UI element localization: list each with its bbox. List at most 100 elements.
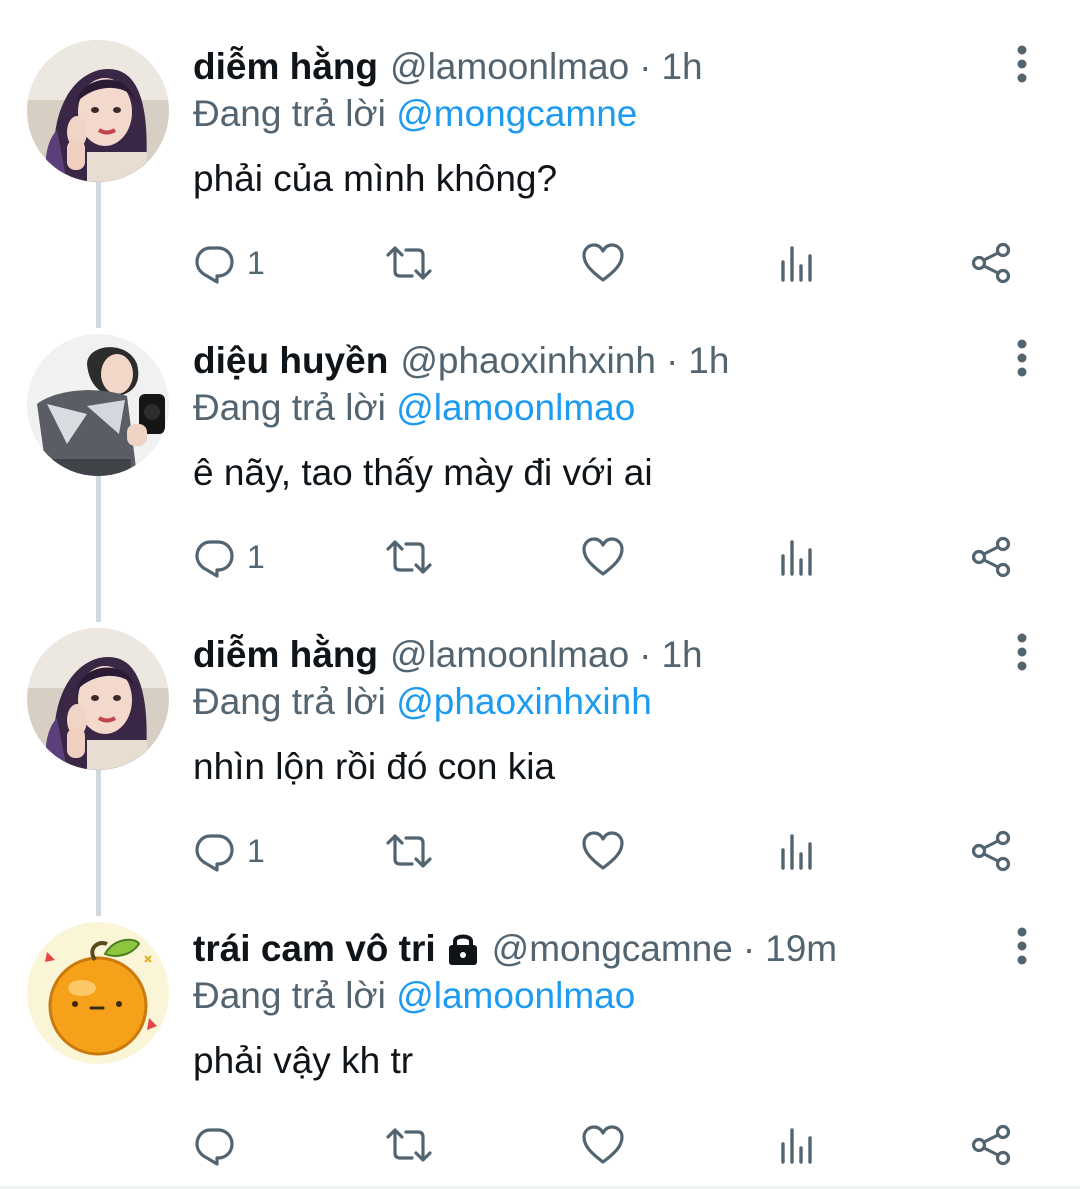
like-icon bbox=[582, 537, 624, 576]
avatar[interactable] bbox=[27, 922, 169, 1064]
tweet-text: ê nãy, tao thấy mày đi với ai bbox=[193, 452, 653, 493]
replying-to-label: Đang trả lời bbox=[193, 975, 397, 1016]
more-button[interactable] bbox=[1008, 44, 1036, 84]
separator-dot: · bbox=[742, 928, 756, 969]
retweet-icon bbox=[386, 1128, 432, 1162]
separator-dot: · bbox=[639, 634, 652, 675]
timestamp[interactable]: 1h bbox=[661, 634, 702, 676]
retweet-icon bbox=[386, 246, 432, 280]
reply-icon bbox=[195, 834, 234, 872]
reply-mention-link[interactable]: @mongcamne bbox=[396, 93, 637, 134]
avatar[interactable] bbox=[27, 334, 169, 476]
replying-to: Đang trả lời @mongcamne bbox=[193, 93, 637, 135]
tweet-header: diệu huyền @phaoxinhxinh · 1h bbox=[193, 338, 729, 384]
action-bar bbox=[193, 1120, 1023, 1170]
analytics-button[interactable] bbox=[777, 532, 817, 582]
tweet[interactable]: diễm hằng @lamoonlmao · 1h Đang trả lời … bbox=[0, 588, 1080, 882]
tweet-text: nhìn lộn rồi đó con kia bbox=[193, 746, 556, 787]
reply-mention-link[interactable]: @lamoonlmao bbox=[396, 975, 635, 1016]
more-icon bbox=[1017, 633, 1027, 671]
reply-count: 1 bbox=[247, 244, 265, 281]
tweet-text: phải của mình không? bbox=[193, 158, 558, 199]
username[interactable]: @mongcamne bbox=[492, 928, 733, 970]
retweet-icon bbox=[386, 834, 432, 868]
retweet-button[interactable] bbox=[385, 1120, 433, 1170]
reply-icon bbox=[195, 1128, 234, 1166]
retweet-icon bbox=[386, 540, 432, 574]
reply-mention-link[interactable]: @phaoxinhxinh bbox=[396, 681, 652, 722]
action-bar: 1 bbox=[193, 532, 1023, 582]
retweet-button[interactable] bbox=[385, 826, 433, 876]
replying-to-label: Đang trả lời bbox=[193, 93, 397, 134]
display-name[interactable]: diễm hằng bbox=[193, 46, 378, 88]
separator-dot: · bbox=[665, 340, 679, 381]
retweet-button[interactable] bbox=[385, 238, 433, 288]
action-bar: 1 bbox=[193, 826, 1023, 876]
retweet-button[interactable] bbox=[385, 532, 433, 582]
reply-button[interactable]: 1 bbox=[193, 532, 265, 582]
orange-cartoon-avatar-image bbox=[27, 922, 169, 1064]
more-icon bbox=[1017, 45, 1027, 83]
analytics-button[interactable] bbox=[777, 1120, 817, 1170]
username[interactable]: @lamoonlmao bbox=[390, 634, 629, 676]
like-button[interactable] bbox=[581, 532, 625, 582]
tweet-text: phải vậy kh tr bbox=[193, 1040, 414, 1081]
lock-icon bbox=[448, 934, 477, 965]
analytics-button[interactable] bbox=[777, 238, 817, 288]
more-icon bbox=[1017, 339, 1027, 377]
timestamp[interactable]: 19m bbox=[765, 928, 837, 970]
girl-camera-avatar-image bbox=[27, 334, 169, 476]
tweet[interactable]: trái cam vô tri @mongcamne · 19m Đang tr… bbox=[0, 882, 1080, 1186]
action-bar: 1 bbox=[193, 238, 1023, 288]
tweet-header: diễm hằng @lamoonlmao · 1h bbox=[193, 44, 703, 90]
reply-button[interactable] bbox=[193, 1120, 247, 1170]
reply-icon bbox=[195, 540, 234, 578]
avatar[interactable] bbox=[27, 628, 169, 770]
more-button[interactable] bbox=[1008, 338, 1036, 378]
like-button[interactable] bbox=[581, 1120, 625, 1170]
share-button[interactable] bbox=[969, 826, 1013, 876]
replying-to: Đang trả lời @lamoonlmao bbox=[193, 975, 635, 1017]
timestamp[interactable]: 1h bbox=[688, 340, 729, 382]
like-button[interactable] bbox=[581, 826, 625, 876]
username[interactable]: @lamoonlmao bbox=[390, 46, 629, 88]
display-name[interactable]: trái cam vô tri bbox=[193, 928, 436, 970]
more-icon bbox=[1017, 927, 1027, 965]
share-button[interactable] bbox=[969, 238, 1013, 288]
username[interactable]: @phaoxinhxinh bbox=[400, 340, 656, 382]
analytics-button[interactable] bbox=[777, 826, 817, 876]
timestamp[interactable]: 1h bbox=[661, 46, 702, 88]
replying-to-label: Đang trả lời bbox=[193, 387, 397, 428]
reply-button[interactable]: 1 bbox=[193, 238, 265, 288]
girl-purple-hair-avatar-image bbox=[27, 40, 169, 182]
reply-count: 1 bbox=[247, 832, 265, 869]
analytics-icon bbox=[781, 540, 812, 576]
analytics-icon bbox=[781, 246, 812, 282]
reply-count: 1 bbox=[247, 538, 265, 575]
analytics-icon bbox=[781, 1128, 812, 1164]
share-button[interactable] bbox=[969, 1120, 1013, 1170]
share-button[interactable] bbox=[969, 532, 1013, 582]
like-icon bbox=[582, 1125, 624, 1164]
analytics-icon bbox=[781, 834, 812, 870]
tweet-header: diễm hằng @lamoonlmao · 1h bbox=[193, 632, 703, 678]
display-name[interactable]: diệu huyền bbox=[193, 340, 388, 382]
tweet[interactable]: diệu huyền @phaoxinhxinh · 1h Đang trả l… bbox=[0, 294, 1080, 588]
share-icon bbox=[971, 1124, 1011, 1166]
share-icon bbox=[971, 536, 1011, 578]
girl-purple-hair-avatar-image bbox=[27, 628, 169, 770]
reply-mention-link[interactable]: @lamoonlmao bbox=[396, 387, 635, 428]
like-icon bbox=[582, 831, 624, 870]
display-name[interactable]: diễm hằng bbox=[193, 634, 378, 676]
share-icon bbox=[971, 242, 1011, 284]
tweet-header: trái cam vô tri @mongcamne · 19m bbox=[193, 926, 837, 972]
like-button[interactable] bbox=[581, 238, 625, 288]
like-icon bbox=[582, 243, 624, 282]
replying-to: Đang trả lời @phaoxinhxinh bbox=[193, 681, 652, 723]
avatar[interactable] bbox=[27, 40, 169, 182]
reply-button[interactable]: 1 bbox=[193, 826, 265, 876]
more-button[interactable] bbox=[1008, 926, 1036, 966]
more-button[interactable] bbox=[1008, 632, 1036, 672]
tweet[interactable]: diễm hằng @lamoonlmao · 1h Đang trả lời … bbox=[0, 0, 1080, 294]
separator-dot: · bbox=[639, 46, 652, 87]
